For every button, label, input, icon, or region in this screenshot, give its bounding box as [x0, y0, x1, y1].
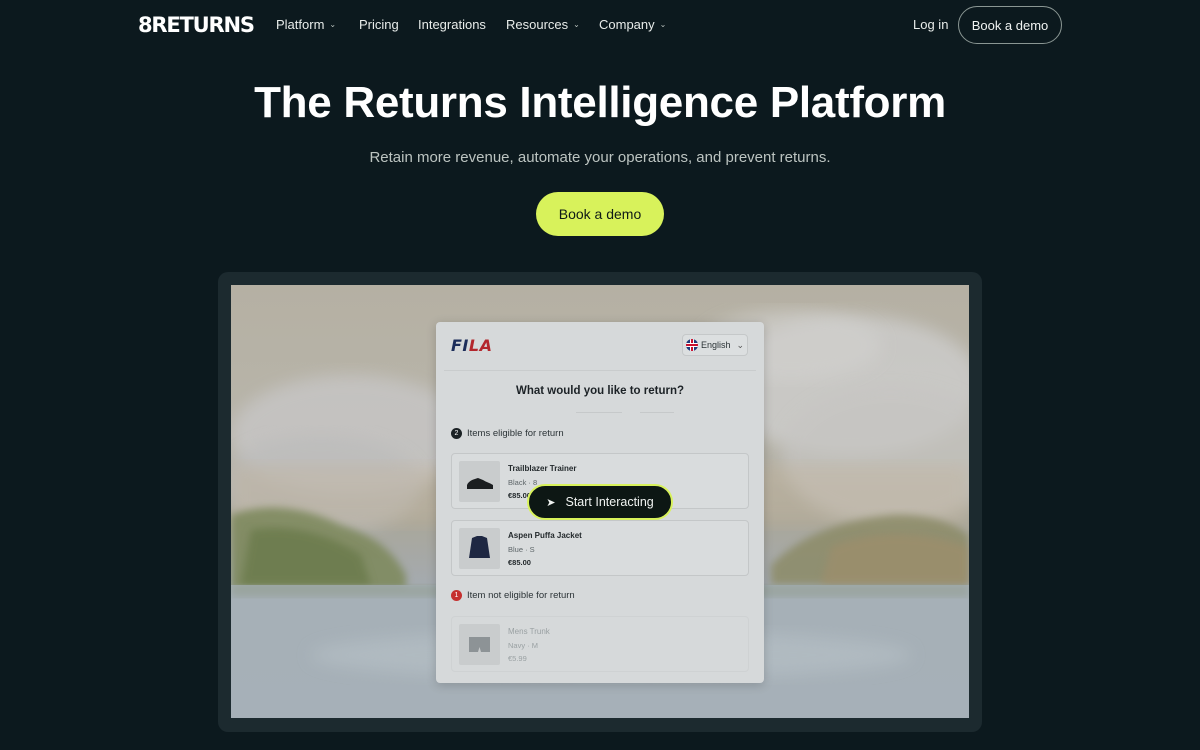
jacket-icon [469, 536, 490, 558]
product-thumbnail [459, 528, 500, 569]
product-thumbnail [459, 461, 500, 502]
divider [444, 370, 756, 371]
chevron-down-icon: ⌄ [659, 20, 667, 29]
item-name: Mens Trunk [508, 627, 550, 636]
nav-platform-label: Platform [276, 17, 325, 32]
top-nav: 8RETURNS Platform ⌄ Pricing Integrations… [0, 0, 1200, 50]
item-name: Trailblazer Trainer [508, 464, 577, 473]
hero-subtitle: Retain more revenue, automate your opera… [369, 149, 831, 166]
logo[interactable]: 8RETURNS [138, 13, 255, 37]
item-price: €5.99 [508, 654, 527, 663]
nav-integrations-label: Integrations [418, 17, 486, 32]
ineligible-label-text: Item not eligible for return [467, 590, 575, 601]
return-question: What would you like to return? [515, 385, 685, 397]
product-thumbnail [459, 624, 500, 665]
nav-integrations[interactable]: Integrations [418, 17, 486, 32]
eligible-count-badge: 2 [451, 428, 462, 439]
ineligible-count-badge: 1 [451, 590, 462, 601]
nav-platform[interactable]: Platform ⌄ [276, 17, 336, 32]
cursor-icon: ➤ [546, 496, 556, 509]
list-item[interactable]: Aspen Puffa Jacket Blue · S €85.00 [451, 520, 749, 576]
list-item: Mens Trunk Navy · M €5.99 [451, 616, 749, 672]
shoe-icon [467, 478, 493, 489]
chevron-down-icon: ⌄ [736, 339, 745, 350]
nav-resources-label: Resources [506, 17, 569, 32]
language-select[interactable]: English ⌄ [682, 334, 748, 356]
ineligible-section-label: 1 Item not eligible for return [451, 590, 575, 601]
item-variant: Blue · S [508, 545, 535, 554]
hero-book-demo-button[interactable]: Book a demo [536, 192, 664, 236]
uk-flag-icon [686, 339, 698, 351]
login-link[interactable]: Log in [913, 17, 948, 32]
item-variant: Black · 8 [508, 478, 538, 487]
hero-title: The Returns Intelligence Platform [254, 78, 946, 127]
chevron-down-icon: ⌄ [329, 20, 337, 29]
eligible-label-text: Items eligible for return [467, 428, 564, 439]
start-interacting-label: Start Interacting [565, 495, 654, 509]
fila-logo-left: FI [451, 336, 469, 355]
divider [576, 412, 622, 413]
nav-company-label: Company [599, 17, 655, 32]
nav-resources[interactable]: Resources ⌄ [506, 17, 580, 32]
nav-book-demo-button[interactable]: Book a demo [958, 6, 1062, 44]
chevron-down-icon: ⌄ [573, 20, 580, 29]
language-label: English [701, 340, 731, 350]
nav-pricing[interactable]: Pricing [359, 17, 399, 32]
trunks-icon [469, 637, 490, 652]
start-interacting-button[interactable]: ➤ Start Interacting [527, 484, 673, 520]
divider [640, 412, 674, 413]
item-price: €85.00 [508, 558, 531, 567]
nav-company[interactable]: Company ⌄ [599, 17, 666, 32]
fila-logo: FILA [451, 336, 492, 355]
nav-pricing-label: Pricing [359, 17, 399, 32]
eligible-section-label: 2 Items eligible for return [451, 428, 564, 439]
fila-logo-right: LA [468, 336, 493, 355]
item-name: Aspen Puffa Jacket [508, 531, 582, 540]
item-variant: Navy · M [508, 641, 538, 650]
